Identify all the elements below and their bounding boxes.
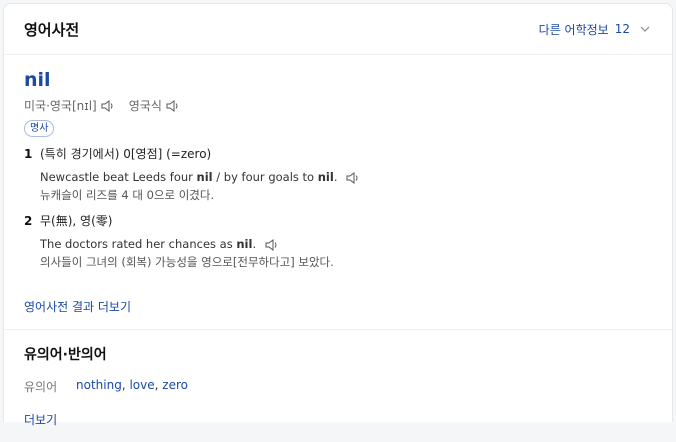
other-lang-info-label: 다른 어학정보 (538, 22, 609, 37)
example-en: The doctors rated her chances as nil. (40, 235, 652, 253)
synonyms-label: 유의어 (24, 380, 58, 394)
example-block: Newcastle beat Leeds four nil / by four … (40, 168, 652, 204)
speaker-icon[interactable] (166, 99, 180, 112)
section-title: 영어사전 (24, 20, 80, 39)
example-en: Newcastle beat Leeds four nil / by four … (40, 168, 652, 186)
sense-1-meaning-row: 1 (특히 경기에서) 0[영점] (=zero) (24, 145, 652, 162)
example-keyword: nil (236, 237, 253, 251)
pron-us-uk-text: 미국·영국[nɪl] (24, 99, 97, 113)
example-text: . (252, 237, 257, 251)
example-kr: 뉴캐슬이 리즈를 4 대 0으로 이겼다. (40, 188, 215, 202)
pronunciation-row: 미국·영국[nɪl] 영국식 (24, 97, 652, 114)
part-of-speech-badge: 명사 (24, 120, 55, 137)
entry-section: nil 미국·영국[nɪl] 영국식 명사 1 (특히 경기에서) 0[영점] … (4, 55, 672, 330)
speaker-icon[interactable] (345, 171, 361, 184)
sense-2: 2 무(無), 영(零) The doctors rated her chanc… (24, 212, 652, 271)
synonym-link[interactable]: love (129, 378, 154, 392)
pron-us-uk: 미국·영국[nɪl] (24, 97, 115, 114)
sense-meaning: (특히 경기에서) 0[영점] (=zero) (40, 147, 212, 161)
pron-kr-text: 영국식 (128, 99, 162, 113)
synonyms-title: 유의어·반의어 (24, 347, 107, 363)
sense-number: 1 (24, 146, 33, 161)
speaker-icon[interactable] (101, 99, 115, 112)
speaker-icon[interactable] (264, 238, 280, 251)
chevron-down-icon (640, 26, 650, 32)
example-block: The doctors rated her chances as nil. 의사… (40, 235, 652, 271)
example-text: / by four goals to (212, 170, 318, 184)
example-text: . (333, 170, 338, 184)
example-kr: 의사들이 그녀의 (회복) 가능성을 영으로[전무하다고] 보았다. (40, 255, 334, 269)
sense-number: 2 (24, 213, 33, 228)
pron-kr: 영국식 (129, 97, 180, 114)
headword-link[interactable]: nil (24, 69, 652, 91)
synonym-link[interactable]: zero (162, 378, 188, 392)
sense-2-meaning-row: 2 무(無), 영(零) (24, 212, 652, 229)
dictionary-card: 영어사전 다른 어학정보 12 nil 미국·영국[nɪl] 영국식 명사 1 … (3, 3, 673, 427)
example-keyword: nil (196, 170, 213, 184)
synonym-list: nothing, love, zero (76, 378, 188, 392)
synonyms-more-link[interactable]: 더보기 (24, 411, 652, 428)
synonyms-row: 유의어 nothing, love, zero (24, 378, 652, 395)
example-text: The doctors rated her chances as (40, 237, 237, 251)
synonym-link[interactable]: nothing (76, 378, 122, 392)
example-text: Newcastle beat Leeds four (40, 170, 197, 184)
card-header: 영어사전 다른 어학정보 12 (4, 4, 672, 55)
sense-1: 1 (특히 경기에서) 0[영점] (=zero) Newcastle beat… (24, 145, 652, 204)
other-lang-info-count: 12 (614, 22, 630, 36)
example-keyword: nil (317, 170, 334, 184)
sense-meaning: 무(無), 영(零) (40, 214, 113, 228)
more-results-link[interactable]: 영어사전 결과 더보기 (24, 298, 131, 315)
synonyms-section: 유의어·반의어 유의어 nothing, love, zero 더보기 (4, 330, 672, 442)
other-lang-info-button[interactable]: 다른 어학정보 12 (539, 21, 650, 38)
